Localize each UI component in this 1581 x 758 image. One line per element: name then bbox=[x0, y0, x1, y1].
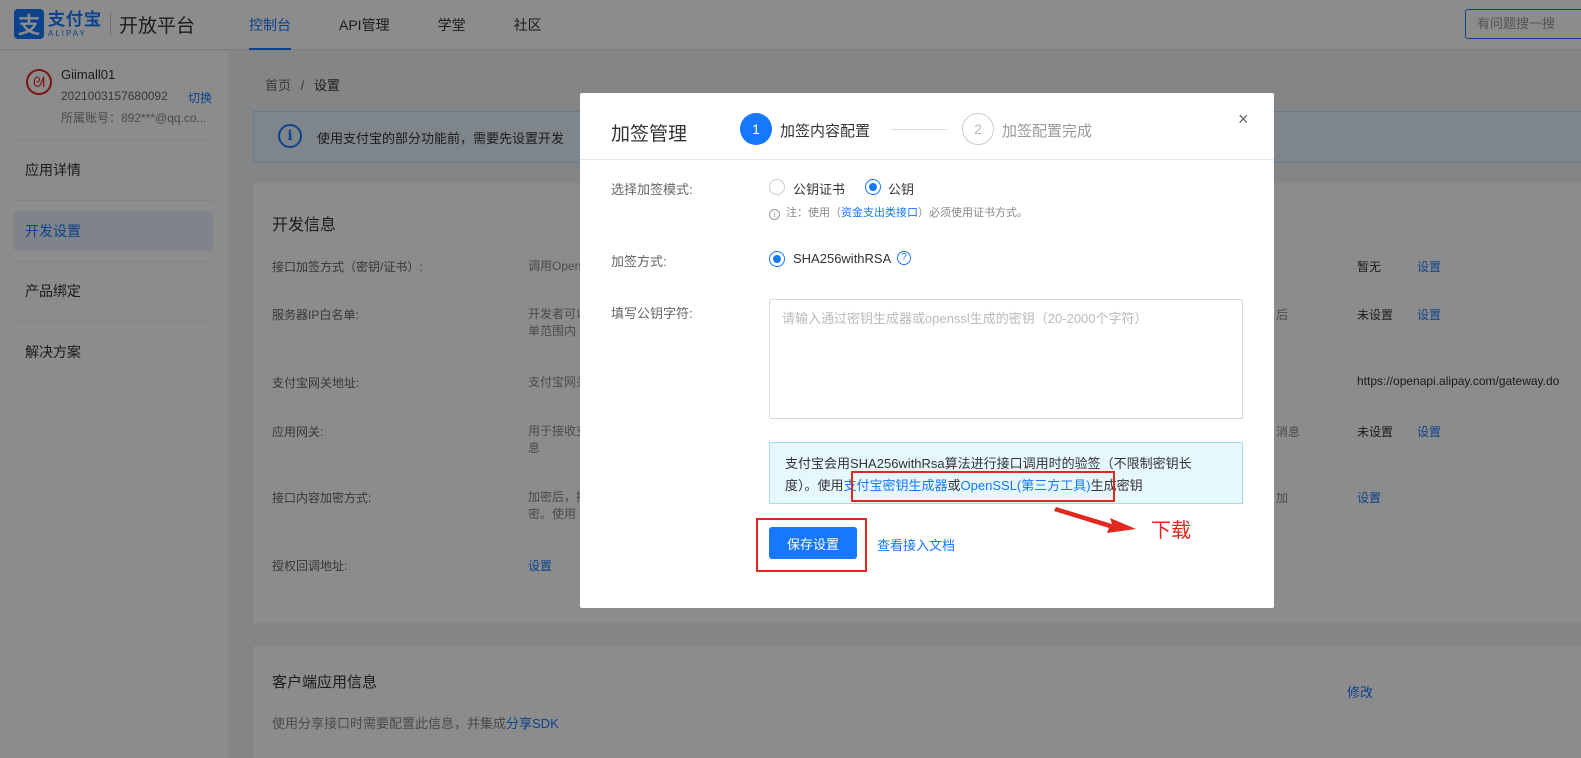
annotation-download-label: 下载 bbox=[1151, 520, 1191, 542]
step-connector bbox=[891, 129, 947, 130]
sign-method-label: 加签方式: bbox=[611, 254, 667, 269]
view-docs-link[interactable]: 查看接入文档 bbox=[877, 535, 955, 554]
radio-public-key-cert-label[interactable]: 公钥证书 bbox=[793, 179, 845, 198]
step-2-indicator: 2 bbox=[962, 113, 994, 145]
step-2-label: 加签配置完成 bbox=[1002, 123, 1093, 140]
annotation-box-links bbox=[851, 471, 1115, 502]
step-1-indicator: 1 bbox=[740, 113, 772, 145]
annotation-box-save bbox=[756, 518, 867, 572]
radio-public-key-cert[interactable] bbox=[769, 179, 785, 195]
help-icon[interactable]: ? bbox=[897, 251, 911, 265]
info-icon: i bbox=[769, 209, 780, 220]
public-key-textarea[interactable] bbox=[769, 299, 1243, 419]
step-1-label: 加签内容配置 bbox=[780, 123, 871, 140]
public-key-label: 填写公钥字符: bbox=[611, 306, 693, 321]
radio-sha256withrsa-label[interactable]: SHA256withRSA bbox=[793, 251, 891, 266]
cert-note: i 注：使用（资金支出类接口）必须使用证书方式。 bbox=[769, 204, 1028, 220]
sign-mode-label: 选择加签模式: bbox=[611, 182, 693, 197]
radio-public-key-label[interactable]: 公钥 bbox=[888, 179, 914, 198]
modal-header-divider bbox=[580, 159, 1274, 160]
radio-sha256withrsa[interactable] bbox=[769, 251, 785, 267]
annotation-arrow-icon bbox=[1054, 507, 1136, 533]
radio-public-key[interactable] bbox=[865, 179, 881, 195]
fund-api-link[interactable]: 资金支出类接口 bbox=[841, 207, 918, 219]
modal-title: 加签管理 bbox=[611, 124, 688, 145]
close-icon[interactable]: × bbox=[1238, 109, 1249, 130]
